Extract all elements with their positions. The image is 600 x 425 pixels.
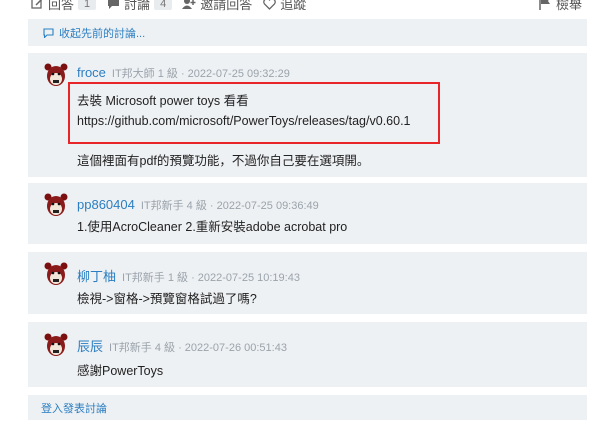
comment-info: IT邦新手 4 級 · 2022-07-25 09:36:49: [140, 200, 319, 212]
comment-meta: 辰辰 IT邦新手 4 級 · 2022-07-26 00:51:43: [77, 322, 587, 355]
report-label: 檢舉: [555, 0, 582, 12]
invite-label: 邀請回答: [200, 0, 253, 12]
comment-icon: [106, 0, 120, 11]
invite-action[interactable]: 邀請回答: [182, 0, 252, 13]
comment-body: 1.使用AcroCleaner 2.重新安裝adobe acrobat pro: [77, 213, 587, 237]
comment-item: 辰辰 IT邦新手 4 級 · 2022-07-26 00:51:43 感謝Pow…: [28, 322, 587, 387]
comment-meta: pp860404 IT邦新手 4 級 · 2022-07-25 09:36:49: [77, 183, 587, 213]
login-label: 登入發表討論: [41, 402, 107, 415]
comment-body: 感謝PowerToys: [77, 355, 587, 381]
answer-action-bar: 回答 1 討論 4 邀請回答 追蹤 檢舉: [0, 0, 600, 13]
reply-count-badge: 1: [78, 0, 97, 10]
flag-icon: [538, 0, 552, 11]
reply-label: 回答: [48, 0, 75, 12]
follow-label: 追蹤: [280, 0, 307, 12]
avatar[interactable]: [44, 63, 68, 89]
comment-info: IT邦新手 1 級 · 2022-07-25 10:19:43: [122, 272, 300, 284]
comment-body: 檢視->窗格->預覽窗格試過了嗎?: [77, 285, 587, 309]
comment-username[interactable]: 辰辰: [77, 336, 103, 355]
avatar[interactable]: [44, 262, 68, 288]
reply-action[interactable]: 回答 1: [30, 0, 97, 13]
comment-info: IT邦新手 4 級 · 2022-07-26 00:51:43: [109, 342, 287, 354]
follow-action[interactable]: 追蹤: [262, 0, 306, 13]
comment-outline-icon: [41, 26, 55, 40]
report-action[interactable]: 檢舉: [538, 0, 582, 13]
comment-meta: 柳丁柚 IT邦新手 1 級 · 2022-07-25 10:19:43: [77, 252, 587, 285]
discuss-action[interactable]: 討論 4: [106, 0, 173, 13]
answer-actions: 回答 1 討論 4 邀請回答 追蹤: [30, 0, 306, 13]
user-plus-icon: [182, 0, 196, 11]
edit-icon: [30, 0, 44, 11]
comment-username[interactable]: froce: [77, 65, 106, 80]
comment-item: 柳丁柚 IT邦新手 1 級 · 2022-07-25 10:19:43 檢視->…: [28, 252, 587, 314]
comment-line: 檢視->窗格->預覽窗格試過了嗎?: [77, 292, 257, 306]
discuss-count-badge: 4: [154, 0, 173, 10]
comment-username[interactable]: 柳丁柚: [77, 266, 116, 285]
comment-line: 1.使用AcroCleaner 2.重新安裝adobe acrobat pro: [77, 220, 348, 234]
comment-line: 這個裡面有pdf的預覽功能，不過你自己要在選項開。: [77, 154, 370, 168]
login-to-discuss-link[interactable]: 登入發表討論: [28, 395, 587, 420]
comment-meta: froce IT邦大師 1 級 · 2022-07-25 09:32:29: [77, 53, 587, 81]
collapse-discussion-link[interactable]: 收起先前的討論...: [28, 19, 587, 46]
heart-icon: [262, 0, 276, 11]
avatar[interactable]: [44, 333, 68, 359]
discuss-label: 討論: [124, 0, 151, 12]
comment-line: 感謝PowerToys: [77, 364, 164, 378]
avatar[interactable]: [44, 193, 68, 219]
highlight-box: [68, 82, 440, 144]
comment-username[interactable]: pp860404: [77, 197, 135, 212]
comment-item: pp860404 IT邦新手 4 級 · 2022-07-25 09:36:49…: [28, 183, 587, 244]
comment-info: IT邦大師 1 級 · 2022-07-25 09:32:29: [111, 68, 290, 80]
collapse-label: 收起先前的討論...: [59, 27, 146, 40]
